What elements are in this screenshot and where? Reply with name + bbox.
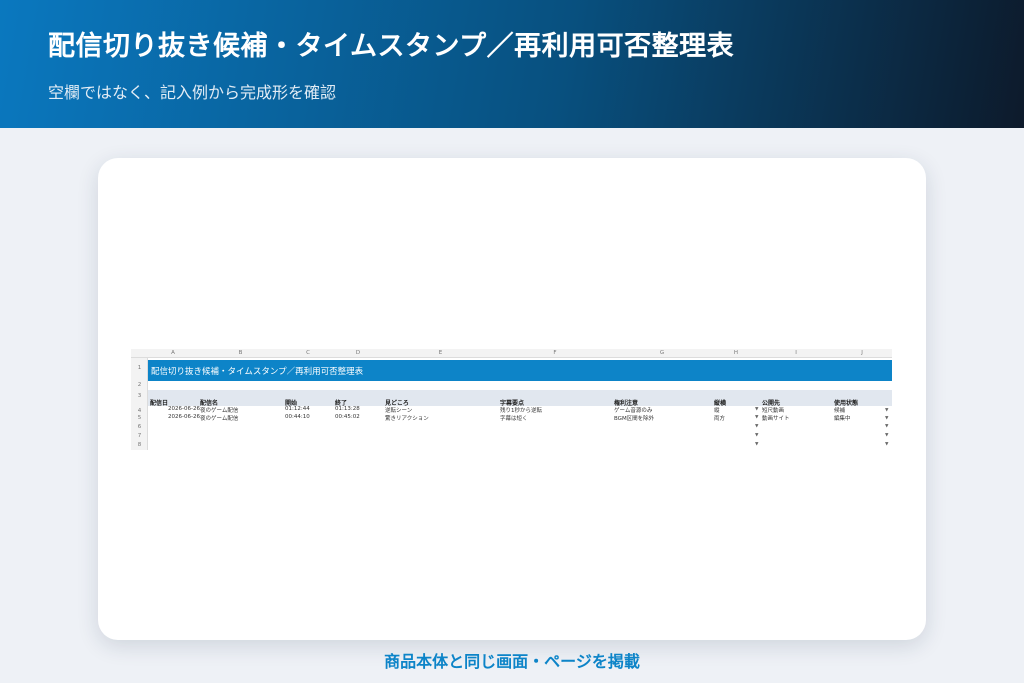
caret-down-icon[interactable]: ▼ [755,407,758,412]
spreadsheet-preview: A B C D E F G H I J 1 2 3 4 5 6 7 8 配信切り… [131,349,892,450]
page-header: 配信切り抜き候補・タイムスタンプ／再利用可否整理表 空欄ではなく、記入例から完成… [0,0,1024,128]
preview-card: A B C D E F G H I J 1 2 3 4 5 6 7 8 配信切り… [98,158,926,640]
row-number-2[interactable]: 2 [131,382,148,388]
page-title: 配信切り抜き候補・タイムスタンプ／再利用可否整理表 [48,31,735,62]
cell-rights-note[interactable]: ゲーム音源のみ [614,406,652,414]
row-number-7[interactable]: 7 [131,433,148,439]
cell-highlight[interactable]: 逆転シーン [385,406,412,414]
column-letter-g[interactable]: G [612,349,712,358]
cell-subtitle-point[interactable]: 字幕は短く [500,414,528,422]
row-number-3[interactable]: 3 [131,393,148,399]
header-row: 配信日 配信名 開始 終了 見どころ 字幕要点 権利注意 縦横 公開先 使用状態 [148,390,892,407]
cell-rights-note[interactable]: BGM区間を除外 [614,414,654,422]
column-letter-c[interactable]: C [283,349,333,358]
cell-stream-name[interactable]: 夜のゲーム配信 [200,406,238,414]
sheet-title-band[interactable]: 配信切り抜き候補・タイムスタンプ／再利用可否整理表 [148,360,892,381]
cell-usage-status-select[interactable]: 編集中 [834,414,851,422]
sheet-title: 配信切り抜き候補・タイムスタンプ／再利用可否整理表 [151,367,364,377]
cell-date[interactable]: 2026-06-26 [168,414,200,420]
caret-down-icon[interactable]: ▼ [885,416,888,421]
cell-stream-name[interactable]: 夜のゲーム配信 [200,414,238,422]
header-cell-date[interactable]: 配信日 [150,398,168,407]
column-letter-f[interactable]: F [498,349,612,358]
column-letter-h[interactable]: H [712,349,760,358]
cell-highlight[interactable]: 驚きリアクション [385,414,429,422]
caret-down-icon[interactable]: ▼ [755,442,758,447]
cell-publish-to-select[interactable]: 動画サイト [762,414,790,422]
column-letter-i[interactable]: I [760,349,832,358]
cell-subtitle-point[interactable]: 残り1秒から逆転 [500,406,542,414]
cell-usage-status-select[interactable]: 候補 [834,406,845,414]
caret-down-icon[interactable]: ▼ [755,415,758,420]
caret-down-icon[interactable]: ▼ [885,424,888,429]
caret-down-icon[interactable]: ▼ [755,433,758,438]
row-number-1[interactable]: 1 [131,365,148,371]
column-letter-d[interactable]: D [333,349,383,358]
cell-date[interactable]: 2026-06-26 [168,406,200,412]
row-number-6[interactable]: 6 [131,424,148,430]
cell-publish-to-select[interactable]: 短尺動画 [762,406,784,414]
footer-caption: 商品本体と同じ画面・ページを掲載 [384,652,640,671]
page-subtitle: 空欄ではなく、記入例から完成形を確認 [48,83,337,102]
cell-orientation-select[interactable]: 縦 [714,406,720,414]
caret-down-icon[interactable]: ▼ [755,424,758,429]
column-letter-j[interactable]: J [832,349,892,358]
cell-start[interactable]: 00:44:10 [285,414,310,420]
caret-down-icon[interactable]: ▼ [885,408,888,413]
cell-start[interactable]: 01:12:44 [285,406,310,412]
caret-down-icon[interactable]: ▼ [885,442,888,447]
row-number-8[interactable]: 8 [131,442,148,448]
cell-orientation-select[interactable]: 両方 [714,414,725,422]
column-letter-a[interactable]: A [148,349,198,358]
cell-end[interactable]: 01:13:28 [335,406,360,412]
row-number-5[interactable]: 5 [131,415,148,421]
column-letter-b[interactable]: B [198,349,283,358]
column-letter-e[interactable]: E [383,349,498,358]
cell-end[interactable]: 00:45:02 [335,414,360,420]
row-number-4[interactable]: 4 [131,408,148,414]
caret-down-icon[interactable]: ▼ [885,433,888,438]
